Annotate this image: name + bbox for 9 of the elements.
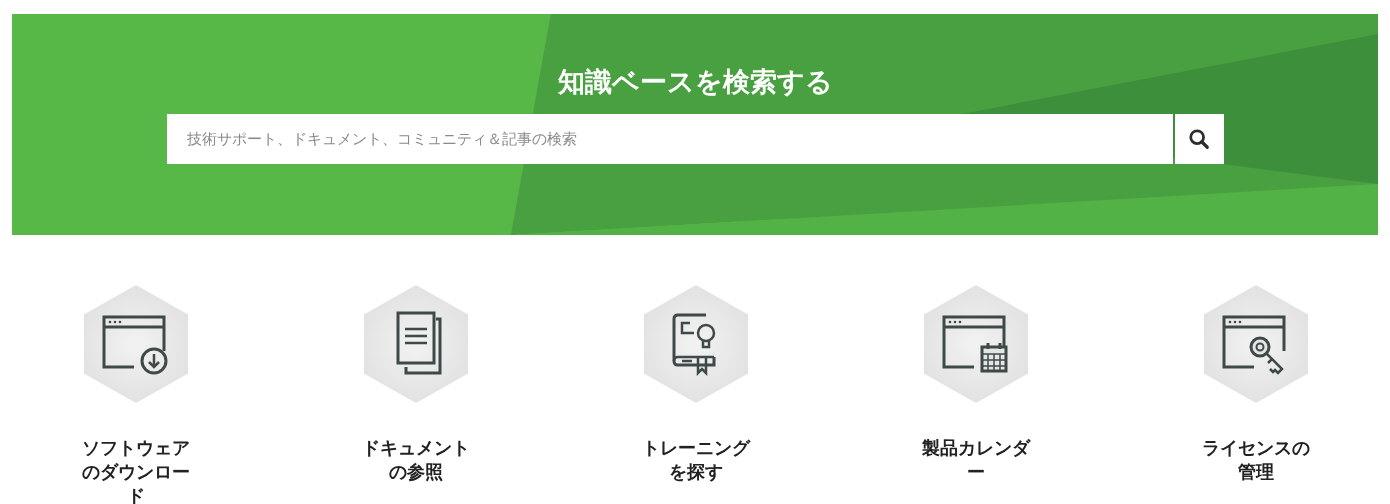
category-link[interactable]: ソフトウェアのダウンロード [81,436,191,504]
category-link[interactable]: 製品カレンダー [921,436,1031,484]
category-link[interactable]: ドキュメントの参照 [361,436,471,484]
category-link[interactable]: ライセンスの管理 [1201,436,1311,484]
search-button[interactable] [1174,114,1224,164]
category-link[interactable]: トレーニングを探す [641,436,751,484]
search-icon [1188,128,1210,150]
search-field[interactable]: 技術サポート、ドキュメント、コミュニティ＆記事の検索 [166,114,1173,164]
banner-title: 知識ベースを検索する [557,65,833,99]
